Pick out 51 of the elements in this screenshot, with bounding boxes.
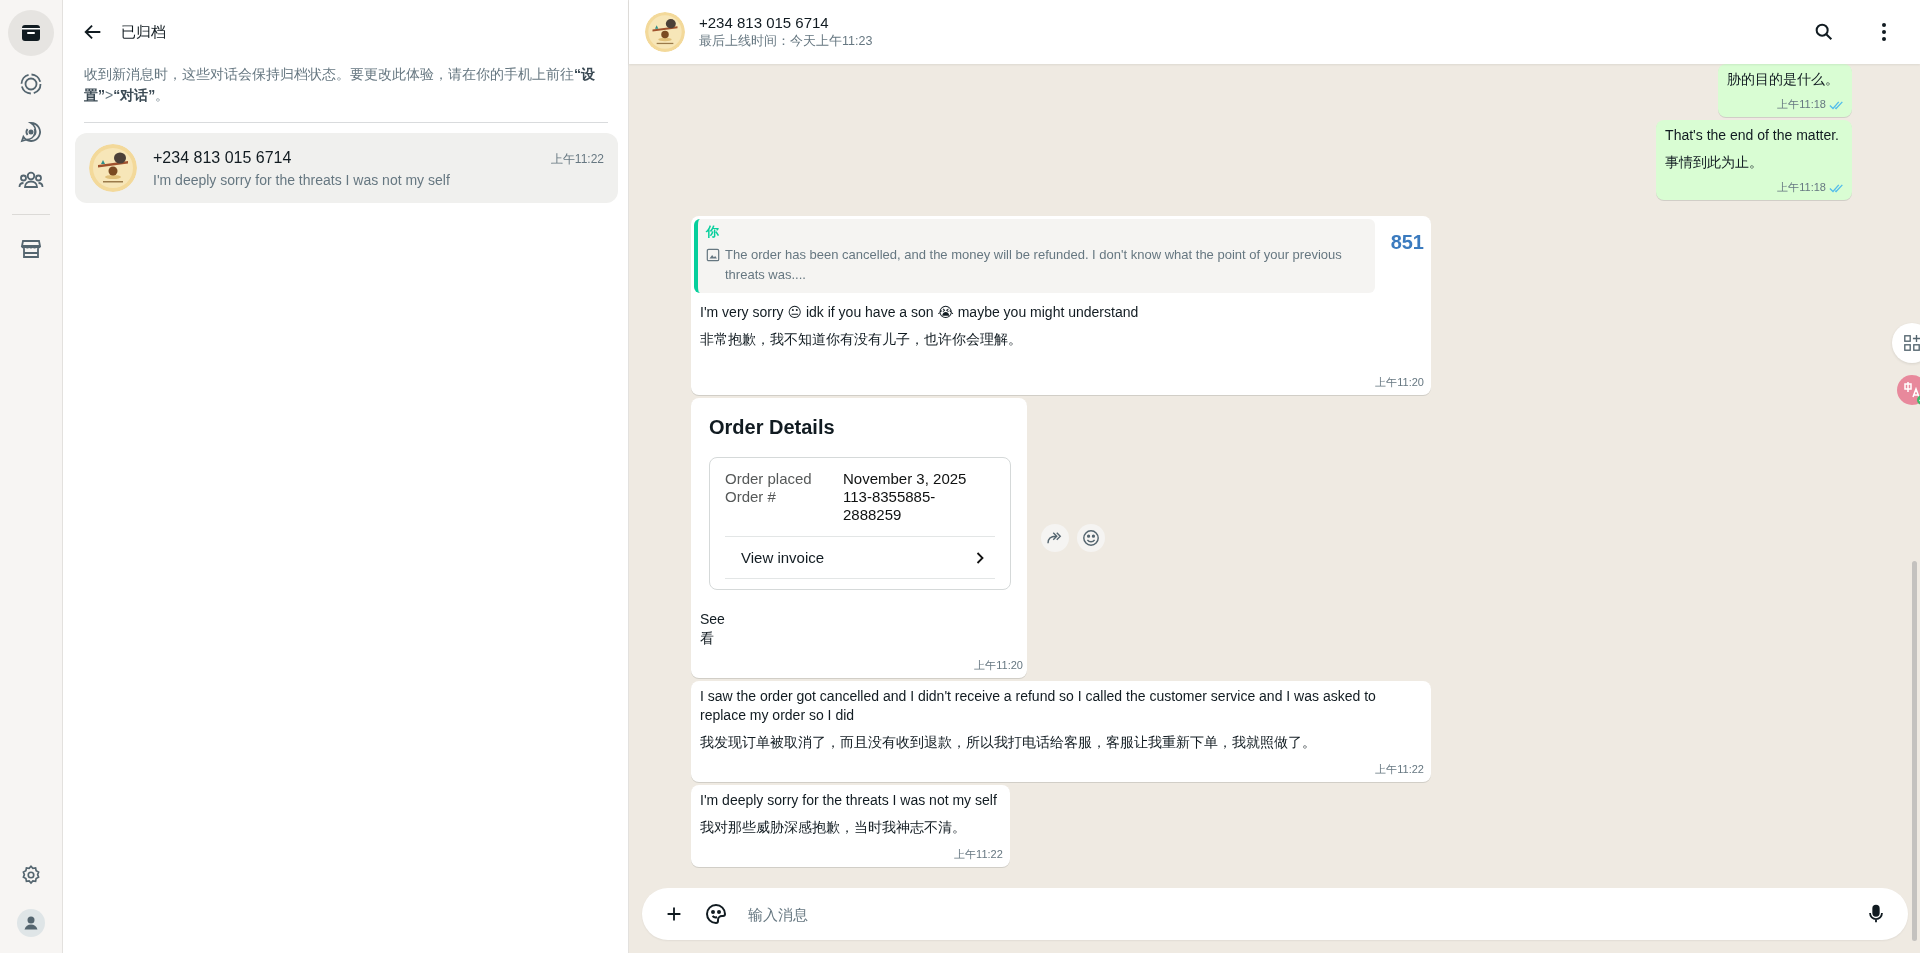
add-widget-icon xyxy=(1903,334,1920,352)
quote-author: 你 xyxy=(706,224,720,241)
forward-button[interactable] xyxy=(1041,524,1069,552)
message-time: 上午11:20 xyxy=(1375,375,1424,390)
message-composer[interactable]: 输入消息 xyxy=(642,888,1908,940)
order-title: Order Details xyxy=(709,416,836,439)
last-seen: 最后上线时间：今天上午11:23 xyxy=(699,33,874,50)
search-icon xyxy=(1813,21,1835,43)
sticker-icon xyxy=(704,902,728,926)
field-label: Order # xyxy=(725,488,777,507)
message-text: I'm very sorry 😐 idk if you have a son 😭 maybe you might understand xyxy=(700,303,1140,322)
message-text: I saw the order got cancelled and I didn't receive a refund so I called the customer service and I was asked to replace my order so I did xyxy=(700,687,1377,725)
message-time: 上午11:18 xyxy=(1777,97,1826,112)
message-text: 事情到此为止。 xyxy=(1665,153,1765,172)
field-label: Order placed xyxy=(725,470,813,488)
menu-icon xyxy=(1882,23,1886,41)
message-text: 我发现订单被取消了，而且没有收到退款，所以我打电话给客服，客服让我重新下单，我就照做了。 xyxy=(700,733,1317,752)
smiley-icon xyxy=(1082,529,1100,547)
quoted-message[interactable]: 你 The order has been cancelled, and the money will be refunded. I don't know what the point of your previous threats was.... xyxy=(694,219,1375,293)
contact-name: +234 813 015 6714 xyxy=(153,148,292,167)
message-time: 上午11:18 xyxy=(1777,180,1826,195)
message-text: 我对那些威胁深感抱歉，当时我神志不清。 xyxy=(700,818,967,837)
message-text: 看 xyxy=(700,629,715,648)
message-input[interactable]: 输入消息 xyxy=(740,905,1852,923)
add-widget-button[interactable] xyxy=(1892,323,1920,363)
field-value: November 3, 2025 xyxy=(843,470,968,488)
image-icon xyxy=(706,248,720,262)
thumbnail-text: 851 xyxy=(1390,231,1424,254)
message-time: 上午11:22 xyxy=(1375,762,1424,777)
translate-icon xyxy=(1897,375,1920,405)
message-text: 胁的目的是什么。 xyxy=(1727,70,1839,89)
chat-list-item[interactable]: +234 813 015 6714 上午11:22 I'm deeply sorry for the threats I was not my self xyxy=(75,133,618,203)
field-value: 113-8355885-2888259 xyxy=(843,488,937,524)
message-text: See xyxy=(700,610,726,629)
panel-title: 已归档 xyxy=(121,22,166,42)
chevron-right-icon xyxy=(975,550,985,565)
message-time: 上午11:22 xyxy=(954,847,1003,862)
view-invoice-link[interactable]: View invoice xyxy=(725,537,995,579)
quote-text: The order has been cancelled, and the money will be refunded. I don't know what the point of your previous threats was.... xyxy=(725,246,1343,284)
message-preview: I'm deeply sorry for the threats I was not my self xyxy=(153,171,451,188)
forward-icon xyxy=(1046,531,1064,545)
message-text: I'm deeply sorry for the threats I was not my self xyxy=(700,791,997,810)
emoji-button[interactable] xyxy=(1077,524,1105,552)
archive-icon[interactable] xyxy=(8,10,54,56)
message-text: 非常抱歉，我不知道你有没有儿子，也许你会理解。 xyxy=(700,330,1023,349)
archive-notice: 收到新消息时，这些对话会保持归档状态。要更改此体验，请在你的手机上前往“设置”>“对话”。 xyxy=(84,65,596,105)
message-text: That's the end of the matter. xyxy=(1665,126,1839,145)
contact-name: +234 813 015 6714 xyxy=(699,14,830,31)
message-time: 上午11:20 xyxy=(974,658,1023,673)
message-time: 上午11:22 xyxy=(550,150,604,168)
scrollbar[interactable] xyxy=(1912,561,1917,941)
